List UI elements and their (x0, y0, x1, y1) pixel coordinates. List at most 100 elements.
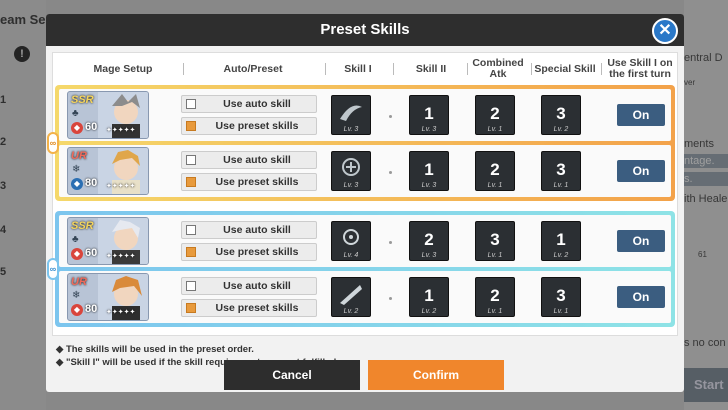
attribute-icon: ◆ (71, 178, 83, 190)
skill-2-slot[interactable]: 2 Lv. 3 (409, 221, 449, 261)
skill-1-slot[interactable]: Lv. 2 (331, 277, 371, 317)
link-icon: ∞ (47, 258, 59, 280)
col-combined-atk: Combined Atk (472, 57, 524, 80)
option-label: Use auto skill (223, 154, 291, 166)
mage-pair-group: ∞ SSR ♣ ◆ 60 ✦✦✦✦✦ Use auto skill Use pr… (47, 85, 675, 201)
option-label: Use auto skill (223, 98, 291, 110)
skill-level: Lv. 3 (421, 126, 437, 133)
use-auto-skill-option[interactable]: Use auto skill (181, 151, 317, 169)
option-label: Use preset skills (215, 120, 299, 132)
stars-icon: ✦✦✦✦✦ (106, 127, 136, 134)
preset-table: Mage Setup Auto/Preset Skill I Skill II … (47, 52, 678, 336)
checkbox-icon (186, 99, 196, 109)
skill-level: Lv. 1 (553, 182, 569, 189)
first-turn-toggle[interactable]: On (617, 286, 665, 308)
skill-level: Lv. 3 (421, 182, 437, 189)
skill-level: Lv. 3 (343, 126, 359, 133)
use-preset-skills-option[interactable]: Use preset skills (181, 117, 317, 135)
skill-2-slot[interactable]: 1 Lv. 3 (409, 151, 449, 191)
use-preset-skills-option[interactable]: Use preset skills (181, 243, 317, 261)
skill-level: Lv. 1 (553, 308, 569, 315)
rank-label: SSR (71, 220, 94, 232)
use-auto-skill-option[interactable]: Use auto skill (181, 221, 317, 239)
stars-icon: ✦✦✦✦✦ (106, 309, 136, 316)
rank-label: UR (71, 276, 87, 288)
option-label: Use preset skills (215, 302, 299, 314)
col-use-skill-first-turn: Use Skill I on the first turn (607, 57, 673, 80)
separator-dot (389, 241, 392, 244)
skill-level: Lv. 1 (487, 126, 503, 133)
option-label: Use preset skills (215, 246, 299, 258)
attribute-icon: ◆ (71, 304, 83, 316)
mage-card[interactable]: SSR ♣ ◆ 60 ✦✦✦✦✦ (67, 217, 149, 265)
clover-icon: ❄ (72, 164, 81, 175)
checkbox-icon (186, 177, 196, 187)
option-label: Use auto skill (223, 224, 291, 236)
special-skill-slot[interactable]: 3 Lv. 1 (541, 277, 581, 317)
clover-icon: ♣ (72, 108, 79, 119)
combined-atk-slot[interactable]: 2 Lv. 1 (475, 277, 515, 317)
skill-level: Lv. 2 (553, 252, 569, 259)
clover-icon: ♣ (72, 234, 79, 245)
skill-level: Lv. 3 (421, 252, 437, 259)
mage-level: 80 (85, 177, 98, 189)
mage-row: SSR ♣ ◆ 60 ✦✦✦✦✦ Use auto skill Use pres… (59, 215, 671, 267)
close-icon[interactable]: ✕ (652, 18, 678, 44)
col-divider (183, 63, 184, 75)
special-skill-slot[interactable]: 3 Lv. 1 (541, 151, 581, 191)
mage-card[interactable]: UR ❄ ◆ 80 ✦✦✦✦✦ (67, 273, 149, 321)
separator-dot (389, 115, 392, 118)
col-divider (393, 63, 394, 75)
mage-row: UR ❄ ◆ 80 ✦✦✦✦✦ Use auto skill Use prese… (59, 271, 671, 323)
skill-1-slot[interactable]: Lv. 3 (331, 151, 371, 191)
combined-atk-slot[interactable]: 2 Lv. 1 (475, 95, 515, 135)
attribute-icon: ◆ (71, 122, 83, 134)
first-turn-toggle[interactable]: On (617, 160, 665, 182)
checkbox-icon (186, 225, 196, 235)
option-label: Use auto skill (223, 280, 291, 292)
skill-level: Lv. 2 (343, 308, 359, 315)
rank-label: UR (71, 150, 87, 162)
skill-2-slot[interactable]: 1 Lv. 3 (409, 95, 449, 135)
skill-level: Lv. 1 (487, 182, 503, 189)
mage-row: UR ❄ ◆ 80 ✦✦✦✦✦ Use auto skill Use prese… (59, 145, 671, 197)
skill-level: Lv. 4 (343, 252, 359, 259)
first-turn-toggle[interactable]: On (617, 104, 665, 126)
use-auto-skill-option[interactable]: Use auto skill (181, 277, 317, 295)
use-preset-skills-option[interactable]: Use preset skills (181, 173, 317, 191)
use-preset-skills-option[interactable]: Use preset skills (181, 299, 317, 317)
mage-level: 60 (85, 121, 98, 133)
mage-card[interactable]: UR ❄ ◆ 80 ✦✦✦✦✦ (67, 147, 149, 195)
skill-level: Lv. 2 (553, 126, 569, 133)
option-label: Use preset skills (215, 176, 299, 188)
special-skill-slot[interactable]: 1 Lv. 2 (541, 221, 581, 261)
mage-card[interactable]: SSR ♣ ◆ 60 ✦✦✦✦✦ (67, 91, 149, 139)
mage-level: 80 (85, 303, 98, 315)
skill-1-slot[interactable]: Lv. 3 (331, 95, 371, 135)
checkbox-icon (186, 281, 196, 291)
special-skill-slot[interactable]: 3 Lv. 2 (541, 95, 581, 135)
combined-atk-slot[interactable]: 2 Lv. 1 (475, 151, 515, 191)
separator-dot (389, 297, 392, 300)
checkbox-icon (186, 121, 196, 131)
rank-label: SSR (71, 94, 94, 106)
skill-level: Lv. 1 (487, 252, 503, 259)
link-icon: ∞ (47, 132, 59, 154)
checkbox-icon (186, 247, 196, 257)
mage-row: SSR ♣ ◆ 60 ✦✦✦✦✦ Use auto skill Use pres… (59, 89, 671, 141)
mage-level: 60 (85, 247, 98, 259)
use-auto-skill-option[interactable]: Use auto skill (181, 95, 317, 113)
skill-level: Lv. 2 (421, 308, 437, 315)
col-divider (325, 63, 326, 75)
col-mage-setup: Mage Setup (93, 62, 153, 75)
skill-2-slot[interactable]: 1 Lv. 2 (409, 277, 449, 317)
cancel-button[interactable]: Cancel (224, 360, 360, 390)
combined-atk-slot[interactable]: 3 Lv. 1 (475, 221, 515, 261)
confirm-button[interactable]: Confirm (368, 360, 504, 390)
skill-emblem-icon (340, 105, 362, 121)
col-skill-1: Skill I (344, 62, 372, 75)
clover-icon: ❄ (72, 290, 81, 301)
skill-emblem-icon (340, 285, 362, 305)
first-turn-toggle[interactable]: On (617, 230, 665, 252)
skill-1-slot[interactable]: Lv. 4 (331, 221, 371, 261)
